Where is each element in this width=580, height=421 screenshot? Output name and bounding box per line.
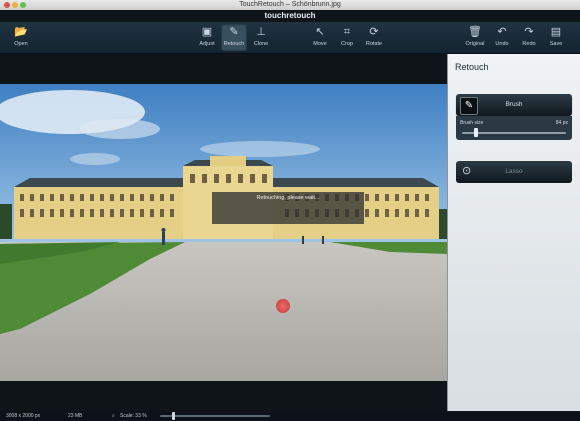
rotate-button[interactable]: ⟳ Rotate — [361, 24, 387, 51]
palace-photo — [0, 84, 447, 381]
disk-icon: ▤ — [550, 26, 562, 38]
adjust-button[interactable]: ▣ Adjust — [194, 24, 220, 51]
brush-icon: ✎ — [229, 26, 239, 38]
rotate-icon: ⟳ — [369, 26, 379, 38]
brush-size-track[interactable] — [462, 132, 566, 134]
cursor-icon: ↖ — [315, 26, 325, 38]
image-canvas[interactable] — [0, 54, 447, 411]
open-button[interactable]: 📂 Open — [8, 24, 34, 51]
brush-size-slider-knob[interactable] — [473, 128, 478, 137]
original-label: Original — [465, 41, 485, 47]
redo-icon: ↷ — [524, 26, 534, 38]
save-label: Save — [549, 41, 563, 47]
zoom-scale: Scale: 33 % — [120, 413, 147, 419]
rotate-label: Rotate — [365, 41, 383, 47]
redo-button[interactable]: ↷ Redo — [516, 24, 542, 51]
move-button[interactable]: ↖ Move — [307, 24, 333, 51]
clone-button[interactable]: ⊥ Clone — [248, 24, 274, 51]
photo[interactable] — [0, 84, 447, 381]
folder-icon: 📂 — [14, 26, 28, 38]
progress-message: Retouching, please wait... — [256, 195, 320, 201]
magnifier-icon: ⌕ — [112, 413, 115, 419]
file-size: 23 MB — [68, 413, 83, 419]
status-bar: 3008 x 2000 px 23 MB ⌕ Scale: 33 % — [0, 411, 580, 421]
window-title: TouchRetouch – Schönbrunn.jpg — [239, 1, 341, 8]
brush-size-label: Brush size — [460, 120, 484, 126]
undo-label: Undo — [495, 41, 509, 47]
undo-icon: ↶ — [497, 26, 507, 38]
open-label: Open — [14, 41, 28, 47]
crop-icon: ⌗ — [343, 26, 351, 38]
redo-label: Redo — [522, 41, 536, 47]
lasso-label: Lasso — [505, 168, 523, 175]
app-logo: touchretouch — [264, 11, 316, 20]
zoom-slider-knob[interactable] — [172, 412, 176, 420]
tools-panel: Retouch ✎ Brush Brush size 84 px ⊙ Lasso — [447, 54, 580, 411]
original-button[interactable]: 🗑 Original — [462, 24, 488, 51]
crop-button[interactable]: ⌗ Crop — [334, 24, 360, 51]
brush-tool-button[interactable]: ✎ Brush — [456, 94, 572, 116]
move-label: Move — [313, 41, 327, 47]
retouch-button[interactable]: ✎ Retouch — [221, 24, 247, 51]
adjust-label: Adjust — [199, 41, 215, 47]
brand-bar: touchretouch — [0, 10, 580, 22]
brush-size-value: 84 px — [555, 120, 568, 126]
save-button[interactable]: ▤ Save — [543, 24, 569, 51]
panel-title: Retouch — [455, 62, 489, 72]
brush-touch-marker — [276, 299, 290, 313]
zoom-slider-track[interactable] — [160, 415, 270, 417]
image-dimensions: 3008 x 2000 px — [6, 413, 41, 419]
main-toolbar: 📂 Open ▣ Adjust ✎ Retouch ⊥ Clone ↖ Move… — [0, 22, 580, 54]
crop-label: Crop — [341, 41, 353, 47]
brush-label: Brush — [505, 101, 523, 108]
stamp-icon: ⊥ — [256, 26, 266, 38]
retouch-label: Retouch — [223, 41, 245, 47]
brush-size-control: Brush size 84 px — [456, 116, 572, 140]
trash-icon: 🗑 — [468, 26, 482, 38]
adjust-icon: ▣ — [201, 26, 213, 38]
lasso-tool-button[interactable]: ⊙ Lasso — [456, 161, 572, 183]
undo-button[interactable]: ↶ Undo — [489, 24, 515, 51]
progress-overlay: Retouching, please wait... — [212, 192, 364, 224]
clone-label: Clone — [253, 41, 269, 47]
